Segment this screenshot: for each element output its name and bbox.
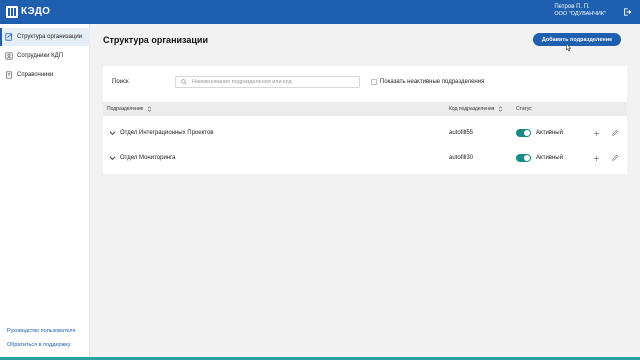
sidebar-item-directories[interactable]: Справочники [0, 66, 90, 84]
user-name: Петров П. П. [554, 4, 590, 10]
department-code: autofill30 [449, 155, 474, 161]
chevron-down-icon[interactable] [109, 130, 116, 136]
company-name: ООО "ОДУВАНЧИК" [554, 11, 606, 17]
sort-icon [148, 106, 152, 112]
support-link[interactable]: Обратиться в поддержку [7, 342, 70, 348]
book-icon [6, 71, 12, 79]
mouse-cursor-icon [566, 43, 572, 52]
add-department-button[interactable]: Добавить подразделение [533, 33, 621, 46]
department-name: Отдел Интеграционных Проектов [120, 130, 214, 136]
search-input[interactable]: Наименование подразделения или код [175, 76, 360, 88]
show-inactive-checkbox[interactable] [371, 79, 377, 85]
sidebar-item-label: Сотрудники КДП [17, 53, 64, 59]
search-icon [181, 79, 187, 85]
status-text: Активный [536, 130, 563, 136]
logo-icon [6, 6, 18, 18]
edit-icon[interactable] [611, 129, 619, 137]
table-row[interactable]: Отдел Интеграционных Проектов autofill55… [103, 121, 627, 146]
column-header-code[interactable]: Код подразделения [449, 106, 503, 112]
add-subdivision-icon[interactable] [593, 155, 600, 162]
logout-icon[interactable] [623, 8, 631, 16]
chevron-down-icon[interactable] [109, 155, 116, 161]
org-structure-icon [5, 33, 13, 41]
employees-icon [5, 52, 13, 60]
status-text: Активный [536, 155, 563, 161]
department-name: Отдел Мониторинга [120, 155, 176, 161]
edit-icon[interactable] [611, 154, 619, 162]
table-header: Подразделение Код подразделения Статус [103, 102, 627, 116]
departments-card: Поиск Наименование подразделения или код… [103, 66, 627, 174]
column-header-status: Статус [516, 106, 532, 112]
page-title: Структура организации [103, 35, 208, 45]
sidebar-item-label: Структура организации [17, 34, 83, 40]
sidebar-item-label: Справочники [17, 72, 54, 78]
user-guide-link[interactable]: Руководство пользователя [7, 328, 76, 334]
app-logo-text: КЭДО [21, 6, 51, 17]
sort-icon [499, 106, 503, 112]
column-header-department[interactable]: Подразделение [107, 106, 152, 112]
status-toggle[interactable] [516, 129, 531, 137]
sidebar-item-org-structure[interactable]: Структура организации [0, 28, 90, 46]
sidebar: Структура организации Сотрудники КДП Спр… [0, 24, 90, 360]
search-label: Поиск [112, 79, 129, 85]
table-row[interactable]: Отдел Мониторинга autofill30 Активный [103, 146, 627, 171]
search-placeholder: Наименование подразделения или код [192, 79, 292, 85]
top-bar: КЭДО Петров П. П. ООО "ОДУВАНЧИК" [0, 0, 640, 24]
user-info[interactable]: Петров П. П. ООО "ОДУВАНЧИК" [554, 4, 606, 18]
department-code: autofill55 [449, 130, 474, 136]
show-inactive-label[interactable]: Показать неактивные подразделения [380, 79, 484, 85]
add-subdivision-icon[interactable] [593, 130, 600, 137]
status-toggle[interactable] [516, 154, 531, 162]
sidebar-item-employees[interactable]: Сотрудники КДП [0, 47, 90, 65]
